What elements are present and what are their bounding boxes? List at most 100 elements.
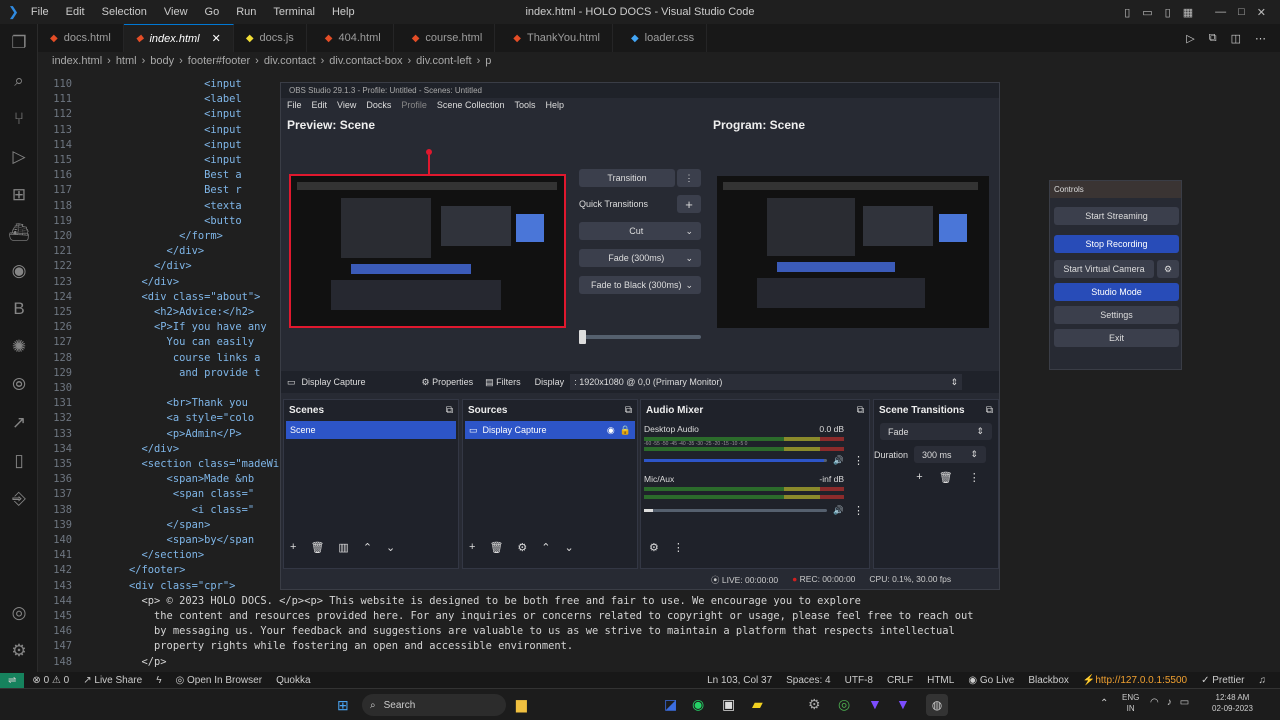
exit-button[interactable]: Exit: [1054, 329, 1179, 347]
stop-recording-button[interactable]: Stop Recording: [1054, 235, 1179, 253]
live-share-icon[interactable]: ↗: [0, 404, 38, 442]
studio-mode-button[interactable]: Studio Mode: [1054, 283, 1179, 301]
live-share-item[interactable]: ↗ Live Share: [83, 675, 142, 686]
breadcrumb-item[interactable]: html: [116, 55, 137, 67]
add-quick-transition-icon[interactable]: +: [677, 195, 701, 213]
mic-aux-menu-icon[interactable]: ⋮: [853, 504, 864, 517]
blackbox-item[interactable]: Blackbox: [1028, 675, 1069, 686]
visibility-eye-icon[interactable]: ◉: [607, 425, 615, 436]
remove-transition-icon[interactable]: 🗑: [939, 471, 953, 484]
scene-item[interactable]: Scene: [286, 421, 456, 439]
obs-menu-view[interactable]: View: [337, 100, 356, 110]
go-live-item[interactable]: ◉ Go Live: [968, 675, 1014, 686]
remove-scene-icon[interactable]: 🗑: [310, 541, 324, 554]
menu-selection[interactable]: Selection: [102, 6, 147, 18]
cursor-position[interactable]: Ln 103, Col 37: [707, 675, 772, 686]
language-mode[interactable]: HTML: [927, 675, 954, 686]
tray-chevron-icon[interactable]: ⌃: [1100, 698, 1108, 709]
quokka-item[interactable]: Quokka: [276, 675, 310, 686]
openai-icon[interactable]: ✺: [0, 328, 38, 366]
virtual-camera-settings-icon[interactable]: ⚙: [1157, 260, 1179, 278]
source-control-icon[interactable]: ⑂: [0, 100, 38, 138]
start-virtual-camera-button[interactable]: Start Virtual Camera: [1054, 260, 1154, 278]
vscode-taskbar-icon[interactable]: ◪: [664, 696, 677, 713]
maximize-icon[interactable]: □: [1238, 6, 1245, 18]
speaker-icon[interactable]: 🔊: [833, 455, 844, 466]
github-icon[interactable]: ◉: [0, 252, 38, 290]
scene-filters-icon[interactable]: ▥: [338, 541, 348, 554]
taskbar-search[interactable]: ⌕ Search: [362, 694, 506, 716]
menu-file[interactable]: File: [31, 6, 49, 18]
app-icon[interactable]: ▼: [868, 696, 882, 712]
layout-secondary-icon[interactable]: ▯: [1165, 6, 1171, 19]
breadcrumb-item[interactable]: div.cont-left: [416, 55, 471, 67]
breadcrumb-item[interactable]: div.contact: [264, 55, 316, 67]
git-graph-icon[interactable]: ⦾: [0, 366, 38, 404]
duration-input[interactable]: 300 ms ⇕: [914, 446, 987, 463]
move-down-icon[interactable]: ⌄: [386, 541, 395, 554]
open-browser-item[interactable]: ◎ Open In Browser: [176, 675, 263, 686]
obs-menu-file[interactable]: File: [287, 100, 302, 110]
menu-edit[interactable]: Edit: [66, 6, 85, 18]
mixer-menu-icon[interactable]: ⋮: [673, 541, 684, 554]
display-select[interactable]: : 1920x1080 @ 0,0 (Primary Monitor) ⇕: [570, 374, 963, 390]
obs-menu-help[interactable]: Help: [545, 100, 564, 110]
add-source-icon[interactable]: +: [469, 541, 475, 554]
speaker-icon[interactable]: 🔊: [833, 505, 844, 516]
chrome-icon[interactable]: ◎: [838, 696, 850, 713]
add-transition-icon[interactable]: +: [916, 471, 922, 484]
tab-docs-js[interactable]: ◆ docs.js: [234, 24, 307, 52]
close-icon[interactable]: ✕: [1257, 6, 1266, 19]
add-scene-icon[interactable]: +: [290, 541, 296, 554]
obs-menu-scene-collection[interactable]: Scene Collection: [437, 100, 505, 110]
app-icon-2[interactable]: ▼: [896, 696, 910, 712]
tab-loader-css[interactable]: ◆ loader.css: [613, 24, 708, 52]
tab-docs-html[interactable]: ◆ docs.html: [38, 24, 124, 52]
remote-indicator[interactable]: ⇌: [0, 672, 25, 688]
run-icon[interactable]: ▷: [1186, 32, 1194, 45]
extensions-icon[interactable]: ⊞: [0, 176, 38, 214]
properties-button[interactable]: ⚙ Properties: [422, 377, 474, 388]
start-icon[interactable]: ⊞: [337, 697, 349, 714]
run-debug-icon[interactable]: ▷: [0, 138, 38, 176]
preview-icon[interactable]: ⧉: [1209, 32, 1217, 45]
layout-panel-icon[interactable]: ▭: [1142, 6, 1152, 19]
system-tray[interactable]: ◠ ♪ ▭: [1150, 697, 1189, 708]
desktop-audio-menu-icon[interactable]: ⋮: [853, 454, 864, 467]
tab-404-html[interactable]: ◆ 404.html: [307, 24, 394, 52]
tbar-handle[interactable]: [579, 330, 586, 344]
search-icon[interactable]: ⌕: [0, 62, 38, 100]
breadcrumb-item[interactable]: p: [485, 55, 491, 67]
undock-icon[interactable]: ⧉: [986, 405, 993, 416]
undock-icon[interactable]: ⧉: [446, 405, 453, 416]
tab-course-html[interactable]: ◆ course.html: [394, 24, 496, 52]
more-actions-icon[interactable]: ⋯: [1255, 32, 1266, 45]
preview-canvas[interactable]: [289, 174, 566, 328]
server-item[interactable]: ⚡http://127.0.0.1:5500: [1083, 675, 1187, 686]
settings-gear-icon[interactable]: ⚙: [0, 632, 38, 670]
tab-close-icon[interactable]: ✕: [212, 32, 221, 45]
language-indicator[interactable]: ENG IN: [1122, 692, 1139, 714]
desktop-audio-slider[interactable]: [644, 459, 828, 462]
move-up-icon[interactable]: ⌃: [541, 541, 550, 554]
move-up-icon[interactable]: ⌃: [363, 541, 372, 554]
docker-icon[interactable]: ⛴: [0, 214, 38, 252]
breadcrumb-item[interactable]: div.contact-box: [329, 55, 402, 67]
blackbox-icon[interactable]: B: [0, 290, 38, 328]
layout-customize-icon[interactable]: ▦: [1183, 6, 1193, 19]
undock-icon[interactable]: ⧉: [857, 405, 864, 416]
settings-taskbar-icon[interactable]: ⚙: [808, 696, 821, 713]
qt-fade[interactable]: Fade (300ms) ⌄: [579, 249, 701, 267]
mic-aux-slider[interactable]: [644, 509, 828, 512]
breadcrumb-item[interactable]: index.html: [52, 55, 102, 67]
clock[interactable]: 12:48 AM 02-09-2023: [1212, 692, 1253, 714]
split-editor-icon[interactable]: ◫: [1231, 32, 1241, 45]
layout-sidebar-icon[interactable]: ▯: [1124, 6, 1130, 19]
sticky-notes-icon[interactable]: ▰: [752, 696, 763, 713]
source-item[interactable]: ▭ Display Capture ◉ 🔒: [465, 421, 635, 439]
whatsapp-icon[interactable]: ◉: [692, 696, 704, 713]
tbar-slider[interactable]: [579, 330, 701, 344]
settings-button[interactable]: Settings: [1054, 306, 1179, 324]
menu-terminal[interactable]: Terminal: [273, 6, 315, 18]
qt-fade-black[interactable]: Fade to Black (300ms) ⌄: [579, 276, 701, 294]
